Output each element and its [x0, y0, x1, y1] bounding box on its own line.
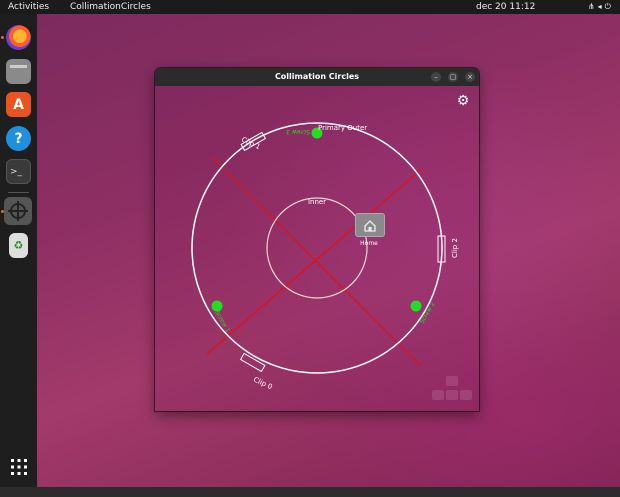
- dock-separator: [8, 192, 29, 193]
- screw-top-label: Screw 3: [286, 128, 310, 135]
- maximize-button[interactable]: ▢: [448, 72, 458, 82]
- nav-left-button[interactable]: [432, 390, 444, 400]
- inner-circle[interactable]: [266, 197, 368, 299]
- crosshair-icon: [8, 201, 28, 221]
- help-icon[interactable]: ?: [6, 126, 31, 151]
- collimation-overlay[interactable]: Primary Outer Inner Clip 1 Clip 2 Clip 0…: [155, 86, 479, 411]
- top-bar: Activities CollimationCircles dec 20 11:…: [0, 0, 620, 14]
- power-icon: ⏻: [604, 2, 614, 11]
- inner-label: Inner: [308, 198, 326, 206]
- clip-0-marker[interactable]: [239, 352, 266, 373]
- firefox-icon[interactable]: [6, 25, 31, 50]
- activities-button[interactable]: Activities: [8, 0, 49, 14]
- title-bar[interactable]: Collimation Circles – ▢ ×: [155, 68, 479, 86]
- app-menu[interactable]: CollimationCircles: [70, 0, 151, 14]
- bottom-panel: [0, 487, 620, 497]
- collimation-circles-icon[interactable]: [4, 197, 32, 225]
- dock: A ? >_ ♻: [0, 14, 37, 487]
- trash-icon[interactable]: ♻: [9, 233, 28, 258]
- screw-right-handle[interactable]: [410, 300, 422, 312]
- show-apps-button[interactable]: [6, 454, 31, 479]
- clip-0-label: Clip 0: [252, 376, 273, 392]
- cross-line-2: [206, 167, 424, 355]
- volume-icon: ◂: [597, 2, 605, 11]
- grid-icon: [10, 458, 27, 475]
- network-icon: ⋔: [587, 2, 598, 11]
- settings-gear-icon[interactable]: ⚙: [454, 92, 472, 110]
- nav-right-button[interactable]: [460, 390, 472, 400]
- system-tray[interactable]: ⋔◂⏻: [588, 0, 614, 14]
- files-icon[interactable]: [6, 59, 31, 84]
- cross-line-1: [212, 157, 422, 367]
- primary-outer-label: Primary Outer: [318, 124, 367, 132]
- terminal-icon[interactable]: >_: [6, 159, 31, 184]
- home-button[interactable]: [355, 213, 385, 237]
- overlay-canvas[interactable]: Primary Outer Inner Clip 1 Clip 2 Clip 0…: [155, 86, 479, 411]
- collimation-circles-window[interactable]: Collimation Circles – ▢ × Primary Outer …: [155, 68, 479, 411]
- nav-up-button[interactable]: [446, 376, 458, 386]
- files-tab: [10, 65, 27, 68]
- minimize-button[interactable]: –: [431, 72, 441, 82]
- nav-down-button[interactable]: [446, 390, 458, 400]
- home-icon: [364, 220, 376, 232]
- navigation-pad[interactable]: [430, 376, 474, 406]
- clip-2-label: Clip 2: [451, 238, 459, 258]
- window-title: Collimation Circles: [274, 72, 360, 81]
- running-indicator: [1, 36, 4, 39]
- clock[interactable]: dec 20 11:12: [476, 0, 535, 14]
- home-label: Home: [360, 240, 378, 247]
- software-center-icon[interactable]: A: [6, 92, 31, 117]
- screw-right-label: Screw 2: [419, 301, 437, 325]
- close-button[interactable]: ×: [465, 72, 475, 82]
